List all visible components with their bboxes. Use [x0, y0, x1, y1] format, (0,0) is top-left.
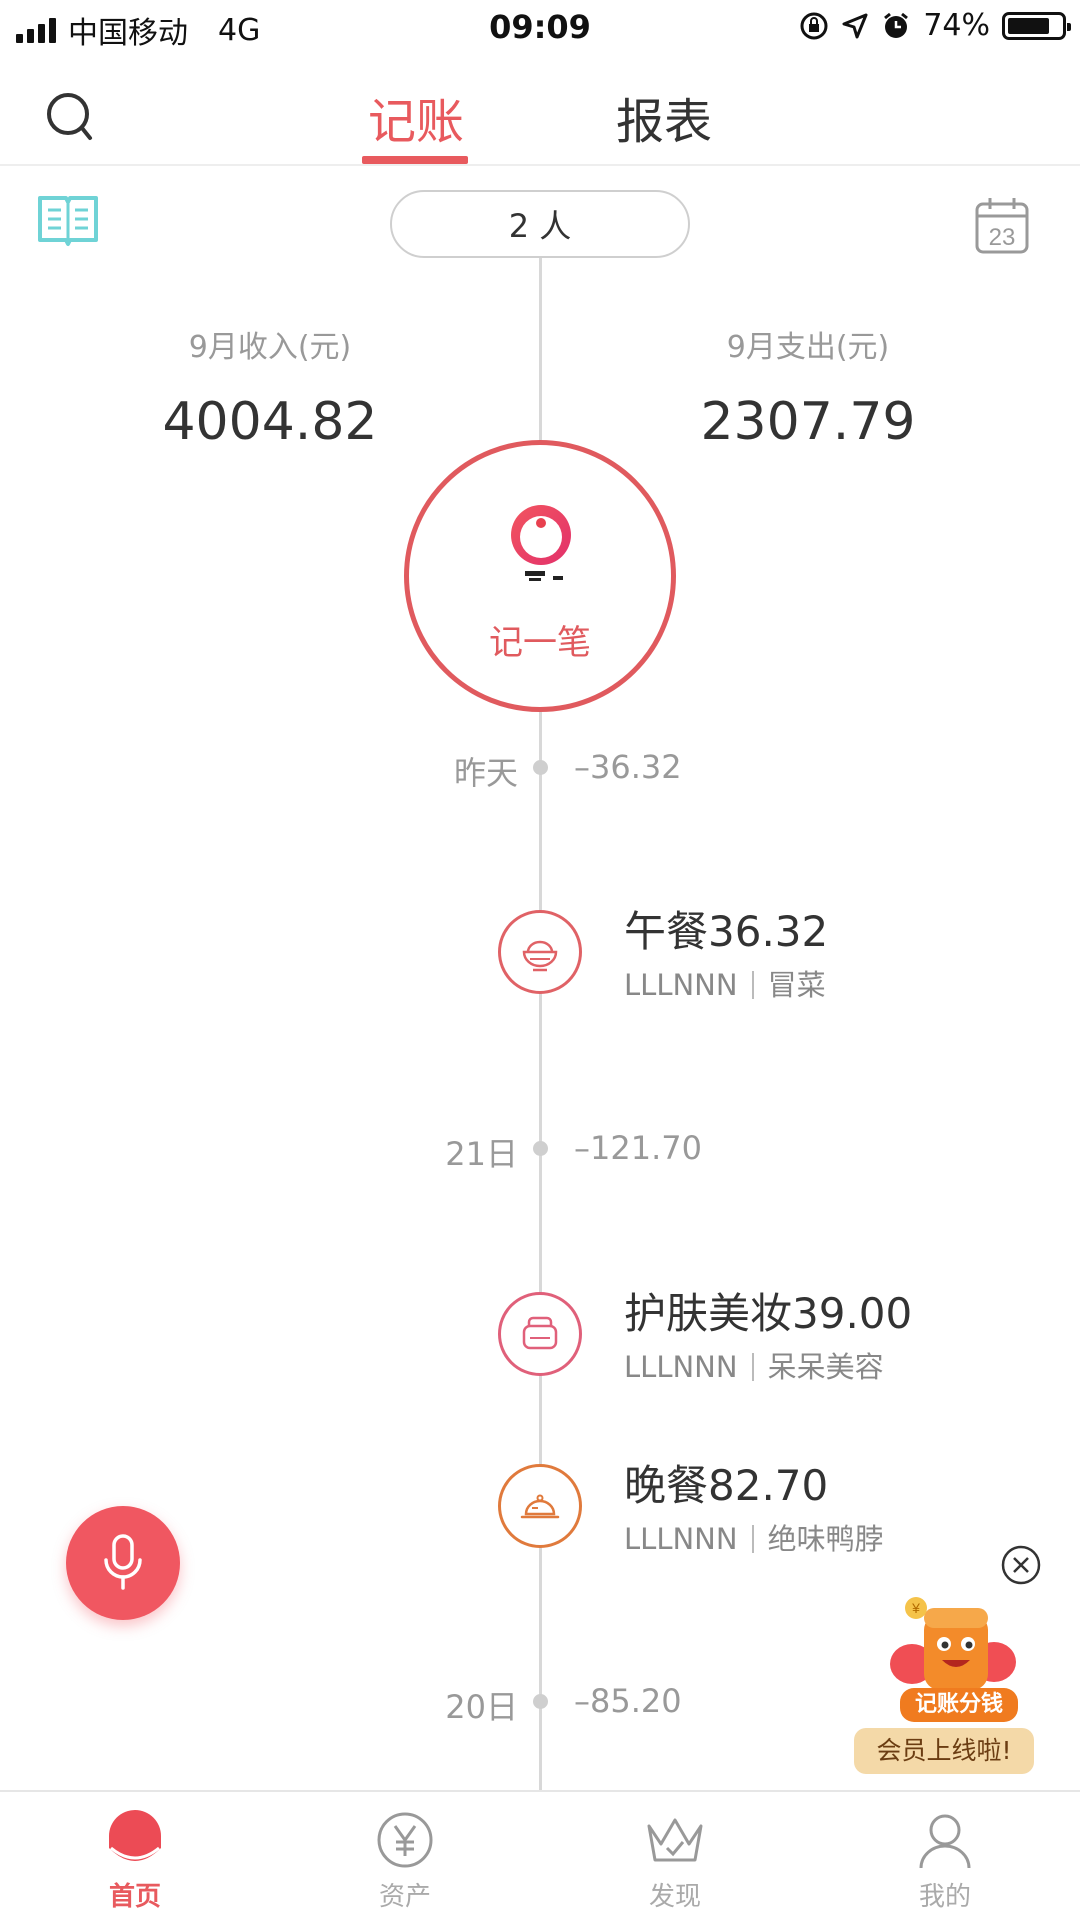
day-label: 20日: [445, 1688, 518, 1726]
battery-icon: [1002, 11, 1071, 40]
day-label: 昨天: [453, 754, 518, 792]
alarm-icon: [884, 12, 909, 38]
membership-promo[interactable]: ¥ 记账分钱 会员上线啦!: [854, 1594, 1044, 1774]
entry-icon-container: [498, 910, 582, 994]
rotation-lock-icon: [800, 12, 828, 39]
day-label: 21日: [445, 1135, 518, 1173]
entry-user: LLLNNN: [624, 1522, 738, 1556]
separator: [751, 971, 754, 999]
person-icon: [919, 1814, 971, 1869]
timeline-dot: [533, 760, 548, 775]
day-row-yesterday: 昨天 –36.32: [0, 742, 1080, 792]
nav-me[interactable]: 我的: [810, 1792, 1080, 1920]
nav-home[interactable]: 首页: [0, 1792, 270, 1920]
record-button[interactable]: 记一笔: [404, 440, 676, 712]
separator: [751, 1525, 754, 1553]
day-amount: –121.70: [574, 1129, 702, 1167]
entry-title: 护肤美妆39.00: [624, 1289, 913, 1338]
income-value: 4004.82: [162, 392, 378, 452]
status-bar: 中国移动 4G 09:09 74%: [0, 0, 1080, 54]
record-logo-icon: [511, 505, 571, 581]
calendar-day: 23: [989, 224, 1016, 251]
cosmetics-icon: [522, 1316, 558, 1350]
expense-label: 9月支出(元): [726, 330, 890, 365]
entry-subtitle: LLLNNN 呆呆美容: [624, 1344, 884, 1386]
nav-label: 我的: [918, 1882, 971, 1912]
record-button-label: 记一笔: [489, 623, 591, 663]
entry-subtitle: LLLNNN 冒菜: [624, 962, 826, 1004]
active-tab-indicator: [362, 156, 468, 164]
entry-lunch[interactable]: 午餐36.32 LLLNNN 冒菜: [0, 898, 1080, 1018]
entry-title: 午餐36.32: [624, 907, 829, 956]
entry-user: LLLNNN: [624, 1350, 738, 1384]
nav-label: 发现: [648, 1882, 701, 1912]
crown-icon: [647, 1818, 703, 1862]
top-header: 记账 报表: [0, 54, 1080, 166]
income-label: 9月收入(元): [188, 330, 352, 365]
nav-discover[interactable]: 发现: [540, 1792, 810, 1920]
promo-ribbon: 记账分钱: [900, 1688, 1018, 1722]
book-icon[interactable]: [36, 192, 100, 248]
rice-bowl-icon: [522, 940, 558, 972]
microphone-icon: [104, 1534, 142, 1590]
close-icon[interactable]: [1000, 1544, 1042, 1586]
yuan-icon: [377, 1812, 433, 1868]
tab-report[interactable]: 报表: [616, 82, 712, 152]
nav-label: 资产: [378, 1882, 431, 1912]
entry-note: 冒菜: [767, 968, 826, 1002]
expense-value: 2307.79: [700, 392, 916, 452]
dinner-cloche-icon: [520, 1494, 560, 1519]
day-row-21: 21日 –121.70: [0, 1123, 1080, 1173]
entry-note: 绝味鸭脖: [767, 1522, 884, 1556]
tab-record[interactable]: 记账: [368, 82, 464, 152]
search-icon[interactable]: [42, 88, 98, 144]
svg-text:¥: ¥: [911, 1600, 920, 1616]
voice-record-button[interactable]: [66, 1506, 180, 1620]
entry-icon-container: [498, 1464, 582, 1548]
timeline-dot: [533, 1141, 548, 1156]
timeline-dot: [533, 1694, 548, 1709]
entry-note: 呆呆美容: [767, 1350, 884, 1384]
location-icon: [842, 13, 868, 38]
entry-cosmetics[interactable]: 护肤美妆39.00 LLLNNN 呆呆美容: [0, 1280, 1080, 1400]
entry-icon-container: [498, 1292, 582, 1376]
entry-user: LLLNNN: [624, 968, 738, 1002]
separator: [751, 1353, 754, 1381]
entry-subtitle: LLLNNN 绝味鸭脖: [624, 1516, 884, 1558]
home-icon: [109, 1810, 161, 1861]
battery-percent: 74%: [923, 8, 990, 43]
bottom-nav: 首页 资产 发现 我的: [0, 1790, 1080, 1920]
nav-assets[interactable]: 资产: [270, 1792, 540, 1920]
mascot-icon: ¥: [890, 1597, 1016, 1690]
day-amount: –36.32: [574, 748, 682, 786]
people-count-button[interactable]: 2 人: [390, 190, 690, 258]
nav-label: 首页: [108, 1882, 161, 1912]
promo-badge: 会员上线啦!: [854, 1728, 1034, 1774]
entry-title: 晚餐82.70: [624, 1461, 829, 1510]
day-amount: –85.20: [574, 1682, 682, 1720]
status-right: 74%: [799, 8, 1071, 43]
calendar-icon[interactable]: 23: [974, 196, 1030, 256]
